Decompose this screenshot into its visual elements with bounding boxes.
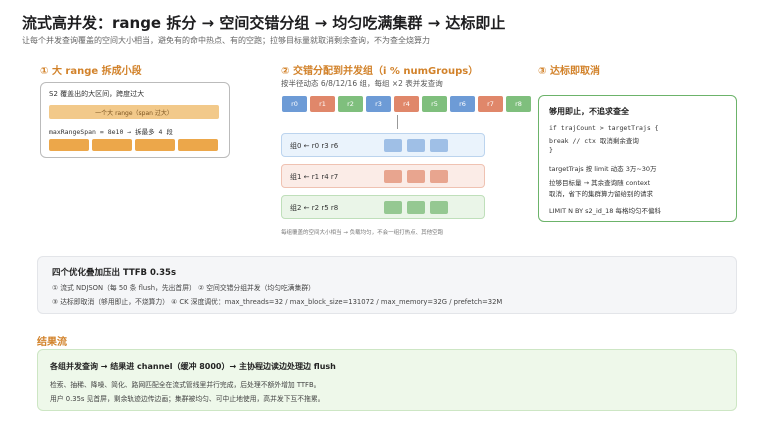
range-slot-r2: r2 (338, 96, 363, 112)
range-segment-2 (92, 139, 132, 151)
section2-note: 按半径动态 6/8/12/16 组，每组 ×2 表并发查询 (281, 79, 443, 88)
group-2-block (407, 201, 425, 214)
cancel-panel-heading: 够用即止，不追求查全 (549, 107, 629, 116)
group-2-block (384, 201, 402, 214)
cancel-text-line: 取消，省下的集群算力留给别的请求 (549, 190, 653, 198)
summary-line: ① 流式 NDJSON（每 50 条 flush，先出首屏） ② 空间交错分组并… (52, 284, 315, 292)
group-0-block (407, 139, 425, 152)
range-panel-title: S2 覆盖出的大区间，跨度过大 (49, 90, 145, 98)
cancel-code-line: break // ctx 取消剩余查询 (549, 137, 639, 145)
range-segment-4 (178, 139, 218, 151)
result-flow-main-line: 各组并发查询 → 结果进 channel（缓冲 8000）→ 主协程边读边处理边… (50, 362, 336, 371)
group-1-block (407, 170, 425, 183)
connector-line (397, 115, 398, 129)
range-slot-r6: r6 (450, 96, 475, 112)
cancel-text-line: targetTrajs 按 limit 动态 3万~30万 (549, 165, 657, 173)
range-segment-1 (49, 139, 89, 151)
big-range-label: 一个大 range（span 过大） (95, 110, 173, 117)
result-flow-line: 检索、抽稀、降噪、简化、路网匹配全在流式管线里并行完成，后处理不额外增加 TTF… (50, 381, 321, 389)
page-subtitle: 让每个并发查询覆盖的空间大小相当，避免有的命中热点、有的空跑；拉够目标量就取消剩… (22, 36, 430, 45)
group-1-label: 组1 ← r1 r4 r7 (290, 173, 339, 181)
range-split-panel: S2 覆盖出的大区间，跨度过大 一个大 range（span 过大） maxRa… (40, 82, 230, 158)
result-flow-line: 用户 0.35s 见首屏，剩余轨迹边传边画；集群被均匀、可中止地使用，高并发下互… (50, 395, 325, 403)
range-slot-r5: r5 (422, 96, 447, 112)
group-2-block (430, 201, 448, 214)
group-1: 组1 ← r1 r4 r7 (281, 164, 485, 188)
group-2: 组2 ← r2 r5 r8 (281, 195, 485, 219)
max-range-span-code: maxRangeSpan = 8e10 → 拆最多 4 段 (49, 128, 173, 136)
section2-footnote: 每组覆盖的空间大小相当 → 负载均匀，不会一组打热点、其他空跑 (281, 230, 444, 236)
summary-line: ③ 达标即取消（够用即止，不烧算力） ④ CK 深度调优：max_threads… (52, 298, 503, 306)
range-slot-r3: r3 (366, 96, 391, 112)
group-1-block (384, 170, 402, 183)
range-slot-r7: r7 (478, 96, 503, 112)
group-2-label: 组2 ← r2 r5 r8 (290, 204, 339, 212)
cancel-text-line: 拉够目标量 → 其余查询随 context (549, 179, 651, 187)
range-slot-r8: r8 (506, 96, 531, 112)
group-0-label: 组0 ← r0 r3 r6 (290, 142, 339, 150)
range-segment-3 (135, 139, 175, 151)
optimization-summary: 四个优化叠加压出 TTFB 0.35s ① 流式 NDJSON（每 50 条 f… (37, 256, 737, 314)
big-range-bar: 一个大 range（span 过大） (49, 105, 219, 119)
range-slot-r4: r4 (394, 96, 419, 112)
group-0: 组0 ← r0 r3 r6 (281, 133, 485, 157)
cancel-code-line: if trajCount > targetTrajs { (549, 124, 659, 132)
section1-heading: ① 大 range 拆成小段 (40, 66, 142, 77)
cancel-code-line: } (549, 146, 553, 154)
range-slot-r0: r0 (282, 96, 307, 112)
group-0-block (430, 139, 448, 152)
cancel-text-line: LIMIT N BY s2_id_18 每格均匀不偏科 (549, 207, 661, 215)
range-slot-r1: r1 (310, 96, 335, 112)
group-1-block (430, 170, 448, 183)
summary-heading: 四个优化叠加压出 TTFB 0.35s (52, 268, 177, 278)
group-0-block (384, 139, 402, 152)
section2-heading: ② 交错分配到并发组（i % numGroups） (281, 66, 479, 77)
page-title: 流式高并发：range 拆分 → 空间交错分组 → 均匀吃满集群 → 达标即止 (22, 14, 506, 32)
section3-heading: ③ 达标即取消 (538, 66, 600, 77)
cancel-panel: 够用即止，不追求查全 if trajCount > targetTrajs { … (538, 95, 737, 222)
result-flow-panel: 各组并发查询 → 结果进 channel（缓冲 8000）→ 主协程边读边处理边… (37, 349, 737, 411)
result-flow-heading: 结果流 (37, 337, 67, 348)
